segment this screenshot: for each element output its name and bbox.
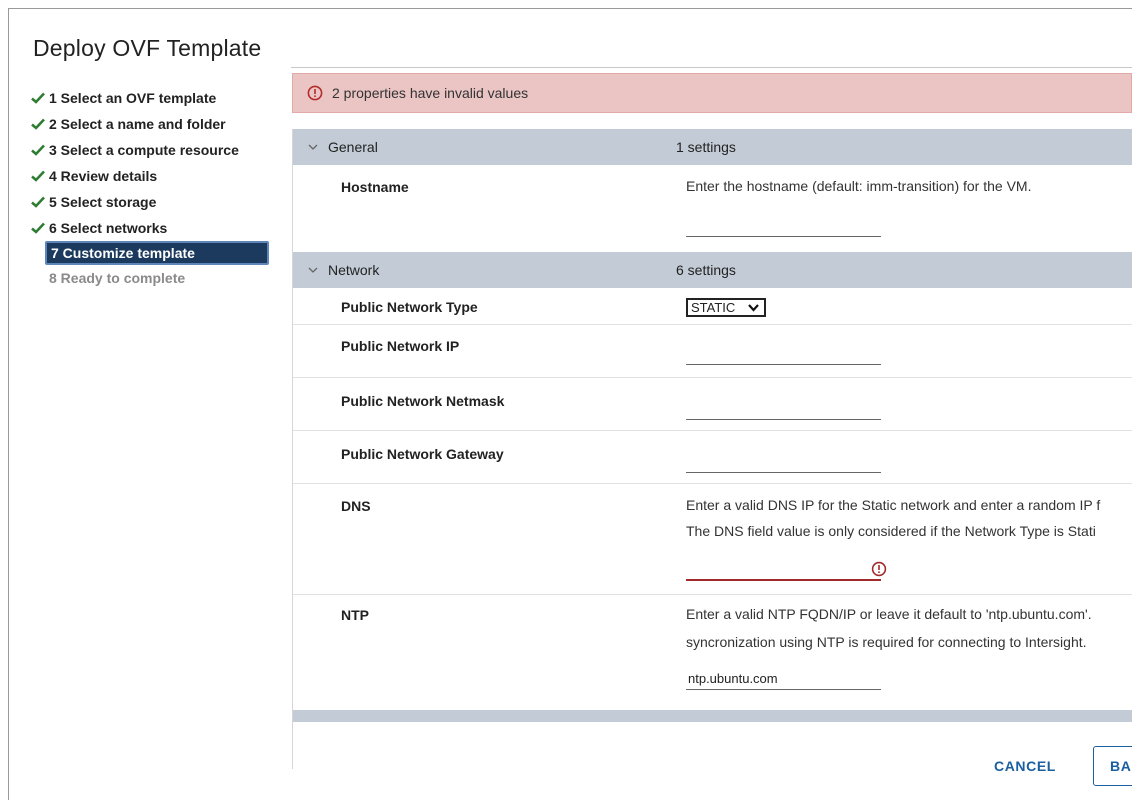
back-button[interactable]: BAC <box>1093 746 1132 786</box>
step-label: 4 Review details <box>49 168 158 184</box>
chevron-down-icon <box>308 144 318 150</box>
step-label: 1 Select an OVF template <box>49 90 217 106</box>
group-name: General <box>328 139 378 155</box>
step-label: 3 Select a compute resource <box>49 142 239 158</box>
validation-alert: 2 properties have invalid values <box>292 73 1132 113</box>
hostname-input[interactable] <box>686 215 881 237</box>
wizard-steps: 1 Select an OVF template 2 Select a name… <box>31 85 281 291</box>
properties-form: General 1 settings Hostname Enter the ho… <box>292 129 1132 769</box>
field-label: Public Network Type <box>341 299 478 315</box>
step-5[interactable]: 5 Select storage <box>31 189 281 215</box>
ntp-input[interactable] <box>686 668 881 690</box>
network-type-select[interactable]: STATIC <box>686 298 766 317</box>
field-label: Public Network Gateway <box>341 446 504 462</box>
cancel-button[interactable]: CANCEL <box>994 758 1056 774</box>
step-3[interactable]: 3 Select a compute resource <box>31 137 281 163</box>
customize-template-panel: 2 properties have invalid values General… <box>283 73 1132 769</box>
step-8: 8 Ready to complete <box>31 265 281 291</box>
row-dns: DNS Enter a valid DNS IP for the Static … <box>293 484 1132 595</box>
chevron-down-icon <box>748 304 759 312</box>
check-icon <box>31 118 49 130</box>
group-general[interactable]: General 1 settings <box>293 129 1132 165</box>
netmask-input[interactable] <box>686 398 881 420</box>
field-description: Enter a valid DNS IP for the Static netw… <box>686 497 1101 513</box>
field-label: DNS <box>341 498 371 514</box>
step-1[interactable]: 1 Select an OVF template <box>31 85 281 111</box>
field-description: The DNS field value is only considered i… <box>686 523 1096 539</box>
field-description: Enter the hostname (default: imm-transit… <box>686 178 1032 194</box>
check-icon <box>31 92 49 104</box>
form-scroll-edge <box>293 710 1132 722</box>
check-icon <box>31 170 49 182</box>
step-label: 6 Select networks <box>49 220 168 236</box>
group-count: 6 settings <box>676 262 736 278</box>
step-label: 2 Select a name and folder <box>49 116 226 132</box>
chevron-down-icon <box>308 267 318 273</box>
alert-text: 2 properties have invalid values <box>332 85 529 101</box>
group-name: Network <box>328 262 380 278</box>
step-4[interactable]: 4 Review details <box>31 163 281 189</box>
row-public-network-netmask: Public Network Netmask <box>293 378 1132 431</box>
select-value: STATIC <box>691 300 736 315</box>
row-public-network-type: Public Network Type STATIC <box>293 288 1132 325</box>
title-divider <box>291 67 1132 68</box>
step-6[interactable]: 6 Select networks <box>31 215 281 241</box>
step-2[interactable]: 2 Select a name and folder <box>31 111 281 137</box>
deploy-ovf-dialog: Deploy OVF Template 1 Select an OVF temp… <box>8 8 1132 800</box>
public-ip-input[interactable] <box>686 343 881 365</box>
error-circle-icon <box>871 561 887 577</box>
field-label: Public Network Netmask <box>341 393 505 409</box>
gateway-input[interactable] <box>686 451 881 473</box>
row-hostname: Hostname Enter the hostname (default: im… <box>293 165 1132 252</box>
error-circle-icon <box>307 85 323 101</box>
row-public-network-gateway: Public Network Gateway <box>293 431 1132 484</box>
back-button-label: BAC <box>1110 758 1132 774</box>
step-7-active[interactable]: 7 Customize template <box>45 241 269 265</box>
row-ntp: NTP Enter a valid NTP FQDN/IP or leave i… <box>293 595 1132 705</box>
step-label: 8 Ready to complete <box>49 270 186 286</box>
dialog-title: Deploy OVF Template <box>33 35 262 61</box>
check-icon <box>31 222 49 234</box>
check-icon <box>31 196 49 208</box>
row-public-network-ip: Public Network IP <box>293 325 1132 378</box>
dns-input[interactable] <box>686 559 881 581</box>
step-label: 7 Customize template <box>51 245 195 261</box>
field-label: NTP <box>341 607 369 623</box>
field-description: Enter a valid NTP FQDN/IP or leave it de… <box>686 606 1092 622</box>
group-count: 1 settings <box>676 139 736 155</box>
field-label: Public Network IP <box>341 338 460 354</box>
step-label: 5 Select storage <box>49 194 157 210</box>
group-network[interactable]: Network 6 settings <box>293 252 1132 288</box>
check-icon <box>31 144 49 156</box>
field-description: syncronization using NTP is required for… <box>686 634 1087 650</box>
field-label: Hostname <box>341 179 409 195</box>
